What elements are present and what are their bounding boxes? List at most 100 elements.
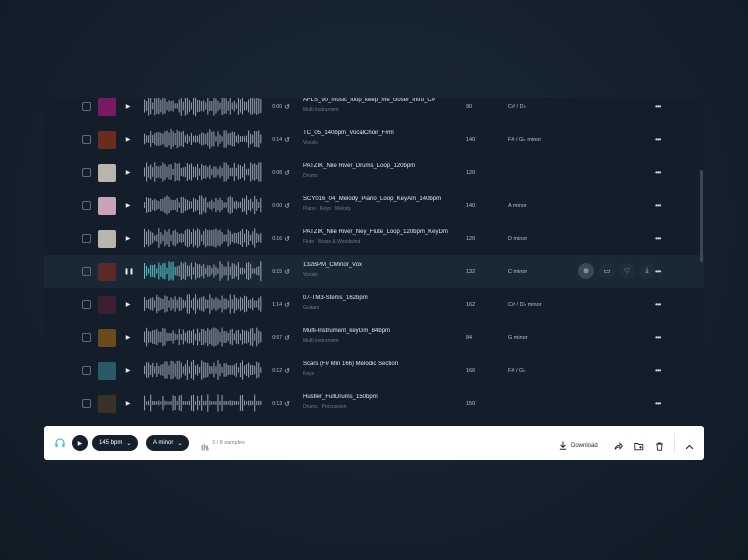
more-options-icon[interactable]: •••: [655, 333, 661, 342]
waveform[interactable]: [144, 227, 262, 249]
reverse-icon[interactable]: ↺: [284, 103, 290, 111]
table-row[interactable]: ▶ 0:16 ↺ PATZIK_Nile River_Ney_Flute_Loo…: [44, 222, 704, 255]
play-button[interactable]: ▶: [124, 136, 132, 143]
tag[interactable]: Vocals: [303, 272, 318, 278]
waveform[interactable]: [144, 359, 262, 381]
sample-title[interactable]: Multi-Instrument_keyGm_84bpm: [303, 328, 390, 334]
row-checkbox[interactable]: [82, 399, 91, 408]
headphones-icon[interactable]: [54, 436, 66, 454]
heart-icon[interactable]: ♡: [619, 263, 635, 279]
reverse-icon[interactable]: ↺: [284, 268, 290, 276]
more-options-icon[interactable]: •••: [655, 399, 661, 408]
waveform[interactable]: [144, 194, 262, 216]
sample-title[interactable]: PATZIK_Nile River_Drums_Loop_120bpm: [303, 163, 415, 169]
play-button[interactable]: ▶: [124, 301, 132, 308]
row-checkbox[interactable]: [82, 300, 91, 309]
row-checkbox[interactable]: [82, 234, 91, 243]
row-checkbox[interactable]: [82, 333, 91, 342]
more-options-icon[interactable]: •••: [655, 300, 661, 309]
folder-icon[interactable]: ▭: [599, 263, 615, 279]
table-row[interactable]: ▶ 0:00 ↺ SCY016_04_Melody_Piano_Loop_Key…: [44, 189, 704, 222]
more-options-icon[interactable]: •••: [655, 234, 661, 243]
table-row[interactable]: ▶ 1:14 ↺ 07-TM3-Stems_162bpm Guitars 162…: [44, 288, 704, 321]
tag[interactable]: Vocals: [303, 140, 318, 146]
play-button[interactable]: ▶: [124, 235, 132, 242]
download-button[interactable]: Download: [559, 437, 598, 455]
sample-title[interactable]: 132BPM_CMinor_Vox: [303, 262, 362, 268]
tag[interactable]: Melody: [335, 206, 351, 212]
waveform[interactable]: [144, 260, 262, 282]
reverse-icon[interactable]: ↺: [284, 136, 290, 144]
waveform[interactable]: [144, 392, 262, 414]
play-button[interactable]: ▶: [124, 103, 132, 110]
reverse-icon[interactable]: ↺: [284, 400, 290, 408]
reverse-icon[interactable]: ↺: [284, 367, 290, 375]
sample-title[interactable]: 07-TM3-Stems_162bpm: [303, 295, 368, 301]
tag[interactable]: Drums: [303, 173, 318, 179]
trash-icon[interactable]: [655, 438, 664, 456]
tag[interactable]: Guitars: [303, 305, 319, 311]
waveform-bar: [229, 294, 231, 314]
waveform[interactable]: [144, 161, 262, 183]
play-button[interactable]: ▶: [124, 169, 132, 176]
reverse-icon[interactable]: ↺: [284, 169, 290, 177]
tag[interactable]: Keys: [320, 206, 331, 212]
add-to-folder-icon[interactable]: [634, 438, 644, 456]
sample-title[interactable]: Scars (F# Min 166) Melodic Section: [303, 361, 398, 367]
sample-title[interactable]: SCY016_04_Melody_Piano_Loop_KeyAm_140bpm: [303, 196, 441, 202]
table-row[interactable]: ❚❚ 0:15 ↺ 132BPM_CMinor_Vox Vocals 132 C…: [44, 255, 704, 288]
tag[interactable]: Keys: [303, 371, 314, 377]
pause-button[interactable]: ❚❚: [124, 268, 134, 275]
row-checkbox[interactable]: [82, 135, 91, 144]
scrollbar[interactable]: [700, 170, 703, 262]
table-row[interactable]: ▶ 0:00 ↺ AFLS_90_music_loop_keep_me_clos…: [44, 98, 704, 123]
waveform[interactable]: [144, 326, 262, 348]
table-row[interactable]: ▶ 0:08 ↺ PATZIK_Nile River_Drums_Loop_12…: [44, 156, 704, 189]
waveform[interactable]: [144, 98, 262, 117]
play-button[interactable]: ▶: [124, 334, 132, 341]
download-icon[interactable]: ⤓: [639, 263, 655, 279]
bpm-dropdown[interactable]: 145 bpm ⌄: [92, 435, 139, 451]
more-options-icon[interactable]: •••: [655, 168, 661, 177]
tag[interactable]: Brass & Woodwind: [318, 239, 360, 245]
reverse-icon[interactable]: ↺: [284, 235, 290, 243]
row-checkbox[interactable]: [82, 366, 91, 375]
table-row[interactable]: ▶ 0:14 ↺ TC_05_140bpm_VocalChoir_F#m Voc…: [44, 123, 704, 156]
waveform[interactable]: [144, 128, 262, 150]
more-options-icon[interactable]: •••: [655, 135, 661, 144]
table-row[interactable]: ▶ 0:12 ↺ Scars (F# Min 166) Melodic Sect…: [44, 354, 704, 387]
waveform[interactable]: [144, 293, 262, 315]
tag[interactable]: Piano: [303, 206, 316, 212]
more-options-icon[interactable]: •••: [655, 366, 661, 375]
play-button[interactable]: ▶: [124, 400, 132, 407]
reverse-icon[interactable]: ↺: [284, 202, 290, 210]
chevron-up-icon[interactable]: [685, 438, 694, 456]
share-icon[interactable]: [614, 438, 623, 456]
table-row[interactable]: ▶ 0:13 ↺ Hustler_FullDrums_150bpm Drums P…: [44, 387, 704, 420]
sample-title[interactable]: TC_05_140bpm_VocalChoir_F#m: [303, 130, 394, 136]
key-dropdown[interactable]: A minor ⌄: [146, 435, 190, 451]
tag[interactable]: Flute: [303, 239, 314, 245]
play-button[interactable]: ▶: [124, 202, 132, 209]
row-checkbox[interactable]: [82, 267, 91, 276]
row-checkbox[interactable]: [82, 168, 91, 177]
row-checkbox[interactable]: [82, 201, 91, 210]
play-button[interactable]: ▶: [72, 435, 88, 451]
more-options-icon[interactable]: •••: [655, 201, 661, 210]
more-options-icon[interactable]: •••: [655, 102, 661, 111]
waveform-bar: [156, 362, 158, 378]
sample-title[interactable]: Hustler_FullDrums_150bpm: [303, 394, 378, 400]
table-row[interactable]: ▶ 0:57 ↺ Multi-Instrument_keyGm_84bpm Mu…: [44, 321, 704, 354]
sample-title[interactable]: PATZIK_Nile River_Ney_Flute_Loop_120bpm_…: [303, 229, 448, 235]
play-button[interactable]: ▶: [124, 367, 132, 374]
tag[interactable]: Multi Instrument: [303, 107, 339, 113]
sample-title[interactable]: AFLS_90_music_loop_keep_me_closer_intro_…: [303, 98, 435, 103]
reverse-icon[interactable]: ↺: [284, 301, 290, 309]
add-to-project-icon[interactable]: ⊕: [578, 263, 594, 279]
tag[interactable]: Percussion: [322, 404, 347, 410]
tag[interactable]: Drums: [303, 404, 318, 410]
more-options-icon[interactable]: •••: [655, 267, 661, 276]
row-checkbox[interactable]: [82, 102, 91, 111]
tag[interactable]: Multi Instrument: [303, 338, 339, 344]
reverse-icon[interactable]: ↺: [284, 334, 290, 342]
